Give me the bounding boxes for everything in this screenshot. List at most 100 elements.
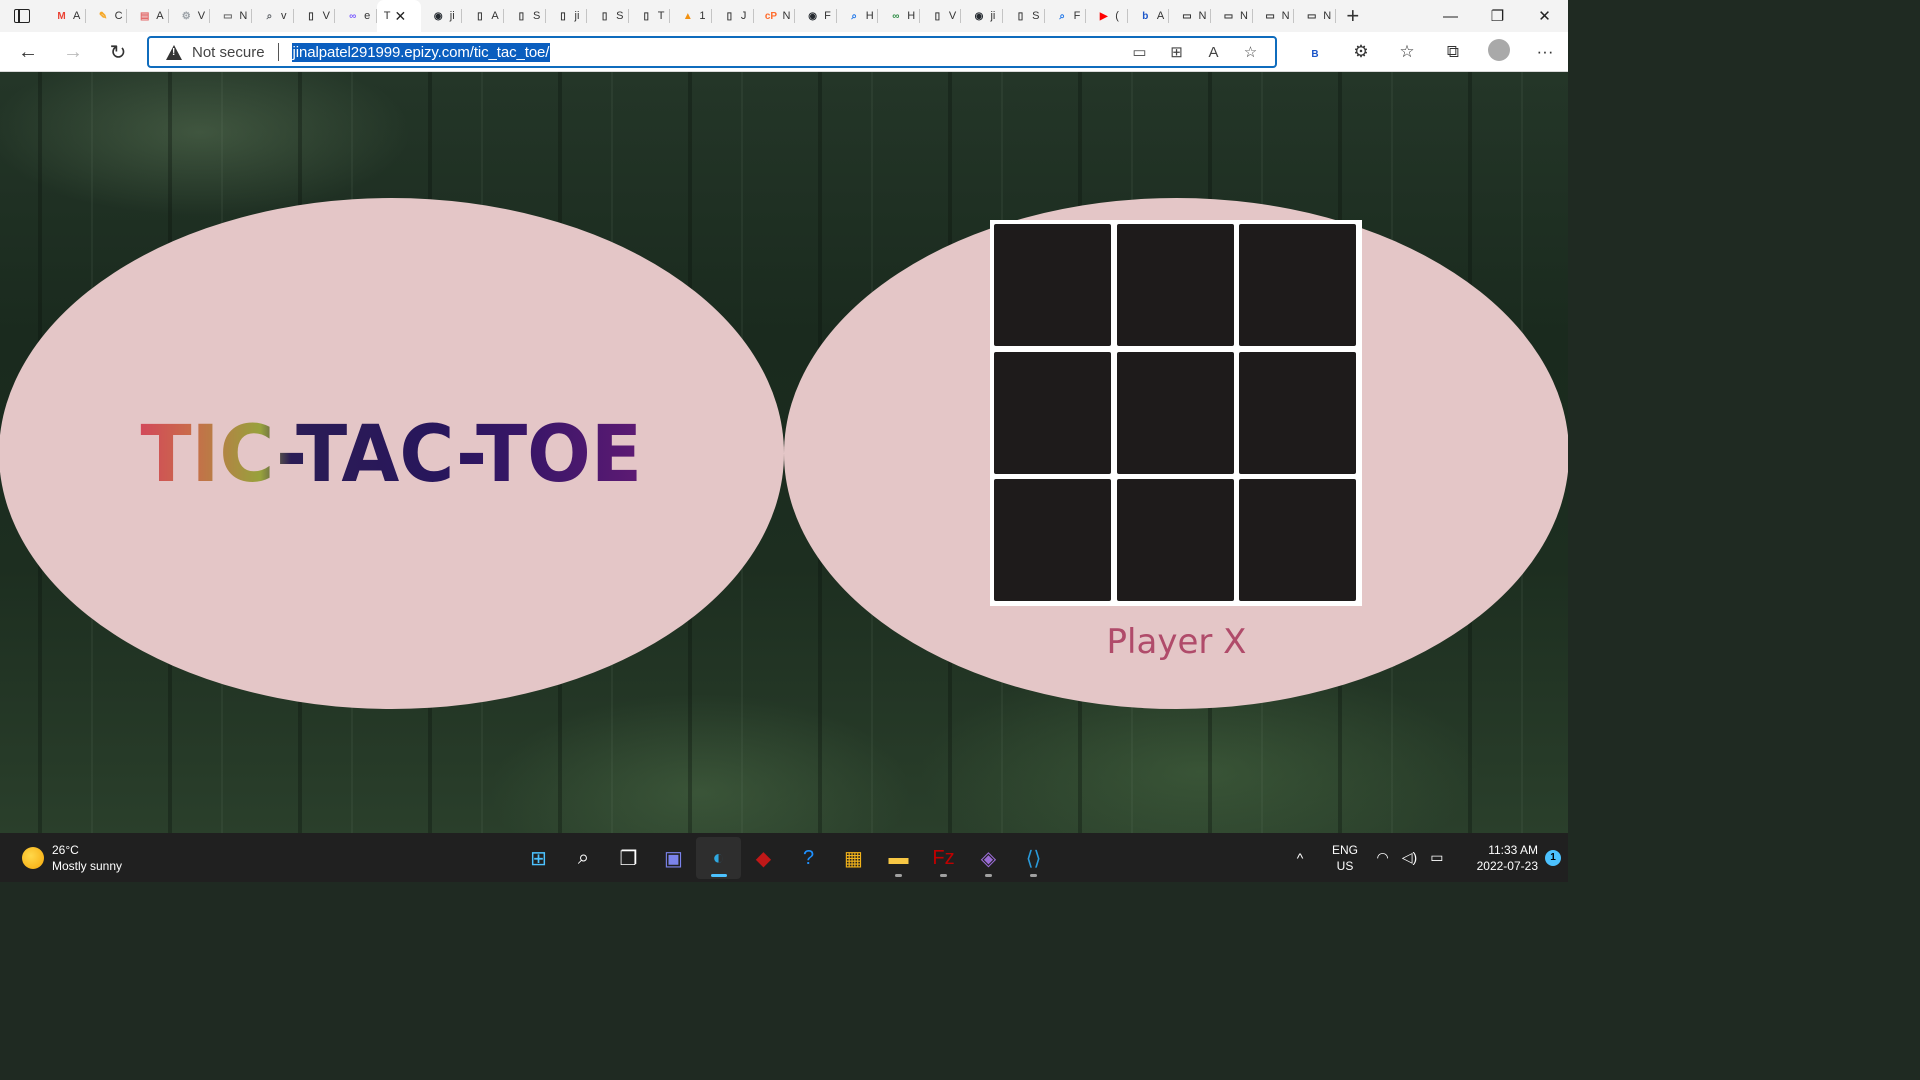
tab-window-b20[interactable]: ▭ N xyxy=(1253,0,1295,32)
collections-button[interactable]: ⧉ xyxy=(1430,42,1476,62)
taskbar-file-explorer-button[interactable]: ▬ xyxy=(876,837,921,879)
tab-page-b1[interactable]: ▯ A xyxy=(462,0,504,32)
page-viewport: TIC-TAC-TOE Player X xyxy=(0,72,1568,833)
back-button[interactable]: ← xyxy=(12,36,44,68)
taskbar-teams-chat-button[interactable]: ▣ xyxy=(651,837,696,879)
tab-geeks-b11[interactable]: ∞ H xyxy=(878,0,920,32)
pdf-icon: ▤ xyxy=(139,10,150,22)
tab-window-b18[interactable]: ▭ N xyxy=(1169,0,1211,32)
window-icon: ▭ xyxy=(223,10,233,22)
add-favorite-icon[interactable]: ☆ xyxy=(1232,43,1269,61)
tab-gmail-a0[interactable]: MA xyxy=(44,0,86,32)
bing-button[interactable]: B xyxy=(1292,42,1338,63)
more-menu-button[interactable]: ··· xyxy=(1522,42,1568,62)
extensions-button[interactable]: ⚙ xyxy=(1338,42,1384,62)
forward-button[interactable]: → xyxy=(57,36,89,68)
app-available-icon[interactable]: ▭ xyxy=(1121,43,1158,61)
taskbar-help-button[interactable]: ? xyxy=(786,837,831,879)
pencil-icon: ✎ xyxy=(98,10,108,22)
tab-window-b19[interactable]: ▭ N xyxy=(1211,0,1253,32)
help-icon: ? xyxy=(802,846,815,869)
tab-search-b15[interactable]: ⌕ F xyxy=(1045,0,1087,32)
profile-button[interactable] xyxy=(1476,38,1522,66)
edge-icon: ◐ xyxy=(712,846,725,869)
infinity-icon: ∞ xyxy=(349,10,357,22)
tab-youtube-b16[interactable]: ▶( xyxy=(1086,0,1128,32)
page-icon: ▯ xyxy=(477,10,483,22)
tab-page-b5[interactable]: ▯ T xyxy=(629,0,671,32)
sun-cloud-icon xyxy=(22,847,44,869)
tab-pencil-a1[interactable]: ✎ C xyxy=(86,0,128,32)
taskbar-start-button[interactable]: ⊞ xyxy=(516,837,561,879)
taskbar-task-view-button[interactable]: ❐ xyxy=(606,837,651,879)
title-panel: TIC-TAC-TOE xyxy=(0,198,784,709)
tab-window-a4[interactable]: ▭ N xyxy=(210,0,252,32)
board-cell-0[interactable] xyxy=(994,224,1111,346)
tab-cpanel-b8[interactable]: cP N xyxy=(754,0,796,32)
weather-temp: 26°C xyxy=(52,843,79,857)
tab-github-b0[interactable]: ◉ ji xyxy=(421,0,463,32)
tab-page-b4[interactable]: ▯ S xyxy=(587,0,629,32)
taskbar-vscode-button[interactable]: ⟨⟩ xyxy=(1011,837,1056,879)
quick-settings-button[interactable]: ◠ ◁) ▭ xyxy=(1370,849,1450,866)
battery-icon: ▭ xyxy=(1430,849,1444,865)
tab-github-b9[interactable]: ◉ F xyxy=(795,0,837,32)
tab-page-a6[interactable]: ▯ V xyxy=(294,0,336,32)
close-window-button[interactable]: ✕ xyxy=(1521,0,1568,32)
tab-page-b12[interactable]: ▯ V xyxy=(920,0,962,32)
qr-code-icon[interactable]: ⊞ xyxy=(1158,43,1195,61)
running-indicator xyxy=(1030,874,1037,877)
read-aloud-icon[interactable]: A xyxy=(1195,44,1232,61)
board-cell-3[interactable] xyxy=(994,351,1111,474)
tab-label: N xyxy=(1323,10,1332,22)
tab-active-tic-tac-toe[interactable]: T ✕ xyxy=(376,0,421,32)
url-text[interactable]: jinalpatel291999.epizy.com/tic_tac_toe/ xyxy=(291,42,551,62)
window-controls: — ❐ ✕ xyxy=(1427,0,1568,32)
new-tab-button[interactable]: + xyxy=(1336,0,1370,32)
weather-widget[interactable]: 26°C Mostly sunny xyxy=(22,842,122,874)
tab-bing-b17[interactable]: bA xyxy=(1128,0,1170,32)
board-cell-6[interactable] xyxy=(994,479,1111,601)
notifications-button[interactable]: 1 xyxy=(1538,849,1568,866)
taskbar-edge-button[interactable]: ◐ xyxy=(696,837,741,879)
tab-phpmyadmin-b6[interactable]: ▲ 1 xyxy=(670,0,712,32)
tab-page-b2[interactable]: ▯ S xyxy=(504,0,546,32)
taskbar-search-button[interactable]: ⌕ xyxy=(561,837,606,879)
taskbar-visual-studio-button[interactable]: ◈ xyxy=(966,837,1011,879)
tab-window-b21[interactable]: ▭ N xyxy=(1294,0,1336,32)
close-tab-icon[interactable]: ✕ xyxy=(394,8,406,25)
tab-gear-a3[interactable]: ⚙ V xyxy=(169,0,211,32)
board-cell-8[interactable] xyxy=(1239,479,1356,601)
board-cell-5[interactable] xyxy=(1239,351,1356,474)
running-indicator xyxy=(895,874,902,877)
language-indicator[interactable]: ENG US xyxy=(1320,842,1370,874)
volume-icon: ◁) xyxy=(1401,849,1418,865)
favorites-button[interactable]: ☆ xyxy=(1384,42,1430,62)
board-cell-1[interactable] xyxy=(1116,224,1234,346)
show-hidden-icons-button[interactable]: ^ xyxy=(1280,850,1320,866)
tab-page-b7[interactable]: ▯ J xyxy=(712,0,754,32)
refresh-button[interactable]: ↻ xyxy=(102,36,134,68)
taskbar-filezilla-button[interactable]: Fz xyxy=(921,837,966,879)
tab-label: V xyxy=(948,10,957,22)
taskbar-mcafee-button[interactable]: ◆ xyxy=(741,837,786,879)
board-cell-2[interactable] xyxy=(1239,224,1356,346)
restore-button[interactable]: ❐ xyxy=(1474,0,1521,32)
security-label[interactable]: Not secure xyxy=(192,44,265,61)
tab-actions-button[interactable] xyxy=(0,0,44,32)
tab-page-b3[interactable]: ▯ ji xyxy=(546,0,588,32)
tab-label: V xyxy=(322,10,330,22)
tab-pdf-a2[interactable]: ▤ A xyxy=(127,0,169,32)
minimize-button[interactable]: — xyxy=(1427,0,1474,32)
tab-page-b14[interactable]: ▯ S xyxy=(1003,0,1045,32)
tab-infinity-a7[interactable]: ∞ e xyxy=(335,0,377,32)
address-bar[interactable]: Not secure jinalpatel291999.epizy.com/ti… xyxy=(147,36,1277,68)
board-cell-4[interactable] xyxy=(1116,351,1234,474)
tab-github-b13[interactable]: ◉ ji xyxy=(961,0,1003,32)
tab-search-b10[interactable]: ⌕ H xyxy=(837,0,879,32)
board-cell-7[interactable] xyxy=(1116,479,1234,601)
tab-search-a5[interactable]: ⌕ v xyxy=(252,0,294,32)
taskbar-store-button[interactable]: ▦ xyxy=(831,837,876,879)
tab-label: 1 xyxy=(699,10,706,22)
clock[interactable]: 11:33 AM 2022-07-23 xyxy=(1450,842,1538,874)
